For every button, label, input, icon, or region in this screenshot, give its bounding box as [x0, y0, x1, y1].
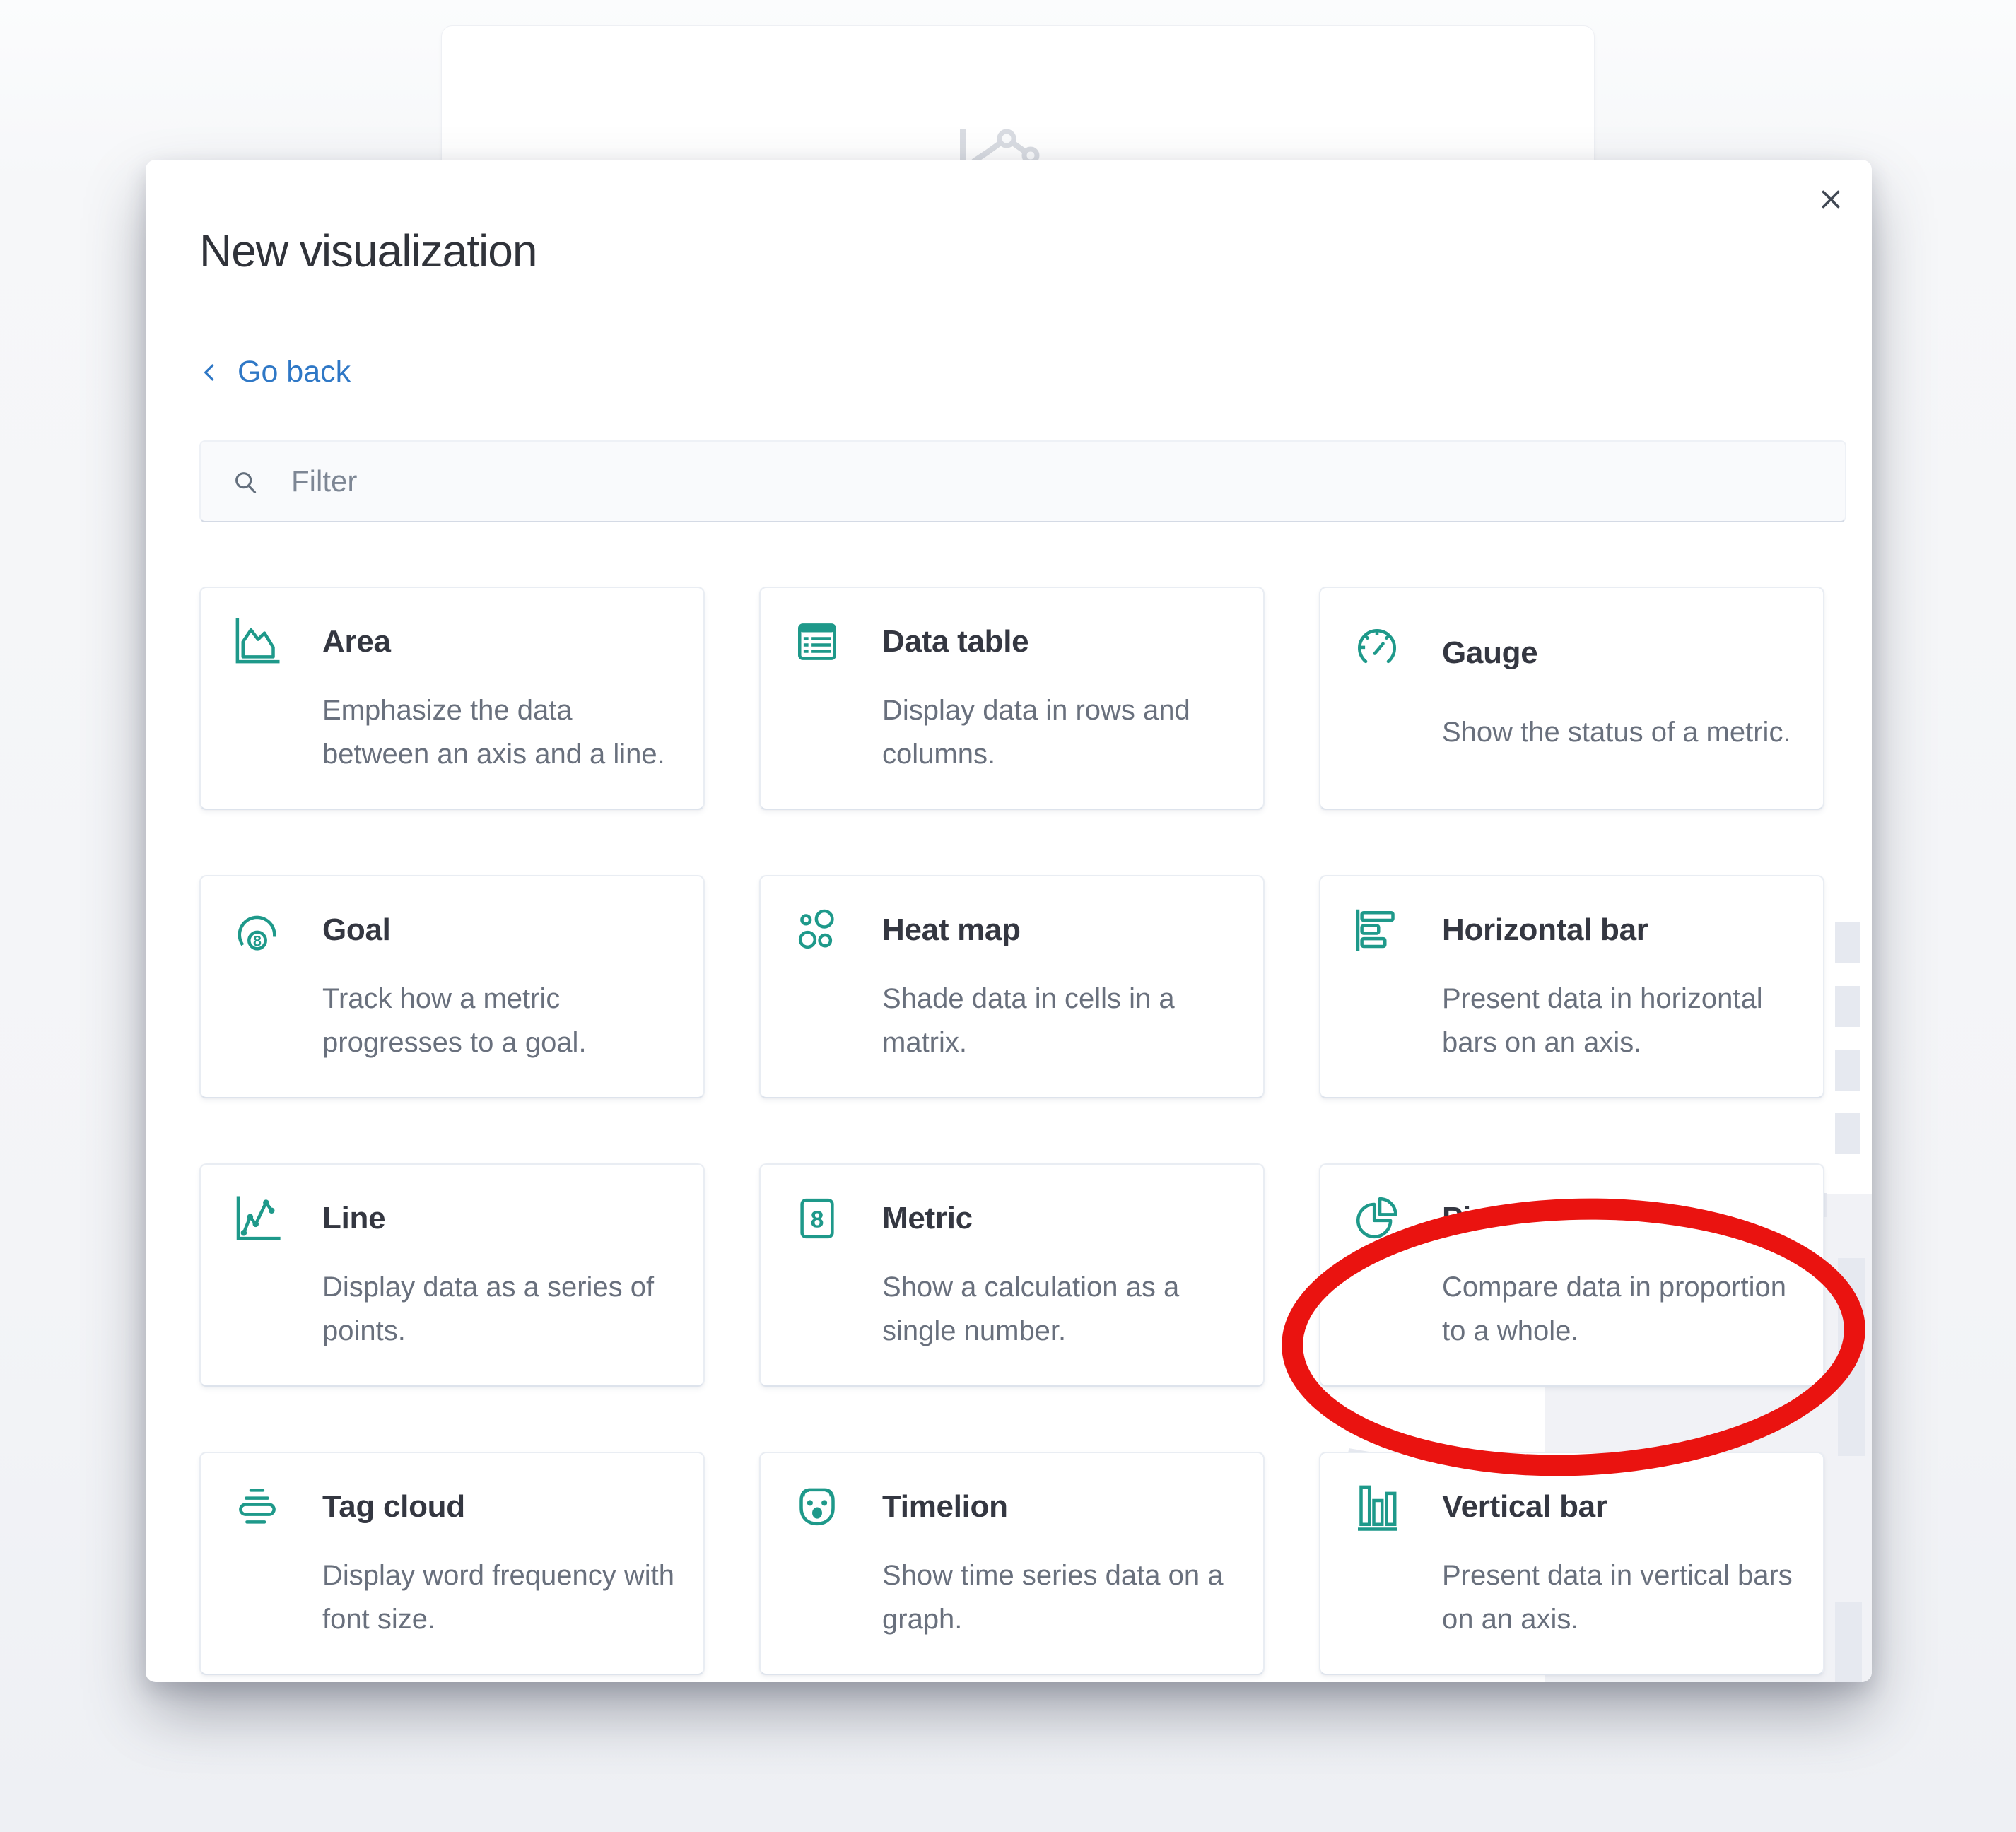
line-chart-icon — [232, 1193, 283, 1244]
vis-card-description: Present data in horizontal bars on an ax… — [1442, 977, 1798, 1064]
chevron-left-icon — [199, 360, 222, 385]
vis-card-title: Pie — [1442, 1201, 1798, 1236]
watermark-dash — [1835, 986, 1860, 1027]
goal-icon: 8 — [232, 905, 283, 956]
metric-icon: 8 — [792, 1193, 843, 1244]
vis-card-area[interactable]: Area Emphasize the data between an axis … — [199, 587, 705, 810]
vis-card-description: Compare data in proportion to a whole. — [1442, 1265, 1798, 1353]
svg-text:8: 8 — [811, 1206, 824, 1233]
vis-card-title: Gauge — [1442, 635, 1798, 671]
watermark-dash — [1835, 1113, 1860, 1154]
vis-card-title: Horizontal bar — [1442, 912, 1798, 948]
vis-card-description: Show the status of a metric. — [1442, 710, 1798, 754]
vis-card-description: Track how a metric progresses to a goal. — [322, 977, 678, 1064]
vis-card-pie[interactable]: Pie Compare data in proportion to a whol… — [1319, 1163, 1824, 1387]
tag-cloud-icon — [232, 1481, 283, 1532]
horizontal-bar-icon — [1352, 905, 1402, 956]
vis-card-title: Line — [322, 1201, 678, 1236]
vis-card-description: Emphasize the data between an axis and a… — [322, 688, 678, 776]
go-back-label: Go back — [238, 355, 351, 389]
vis-card-description: Show time series data on a graph. — [882, 1554, 1238, 1641]
filter-field — [199, 440, 1846, 522]
timelion-icon — [792, 1481, 843, 1532]
vis-card-data-table[interactable]: Data table Display data in rows and colu… — [759, 587, 1265, 810]
vis-card-title: Tag cloud — [322, 1489, 678, 1525]
vis-card-title: Metric — [882, 1201, 1238, 1236]
gauge-icon — [1352, 616, 1402, 667]
new-visualization-modal: New visualization Go back Area Emphasize… — [146, 160, 1872, 1682]
go-back-link[interactable]: Go back — [199, 355, 351, 389]
vis-card-gauge[interactable]: Gauge Show the status of a metric. — [1319, 587, 1824, 810]
svg-text:8: 8 — [253, 932, 262, 949]
visualization-type-grid: Area Emphasize the data between an axis … — [199, 587, 1824, 1675]
vis-card-description: Show a calculation as a single number. — [882, 1265, 1238, 1353]
page: { "modal": { "title": "New visualization… — [0, 0, 2016, 1832]
watermark-dash — [1838, 1258, 1865, 1456]
watermark-dash — [1835, 922, 1860, 963]
heat-map-icon — [792, 905, 843, 956]
vis-card-goal[interactable]: 8 Goal Track how a metric progresses to … — [199, 875, 705, 1098]
vis-card-description: Display data as a series of points. — [322, 1265, 678, 1353]
vis-card-description: Display data in rows and columns. — [882, 688, 1238, 776]
vis-card-title: Vertical bar — [1442, 1489, 1798, 1525]
vis-card-title: Heat map — [882, 912, 1238, 948]
vis-card-horizontal-bar[interactable]: Horizontal bar Present data in horizonta… — [1319, 875, 1824, 1098]
watermark-dash — [1835, 1602, 1862, 1682]
vis-card-description: Present data in vertical bars on an axis… — [1442, 1554, 1798, 1641]
filter-input[interactable] — [201, 442, 1845, 521]
vis-card-metric[interactable]: 8 Metric Show a calculation as a single … — [759, 1163, 1265, 1387]
vis-card-description: Shade data in cells in a matrix. — [882, 977, 1238, 1064]
vis-card-line[interactable]: Line Display data as a series of points. — [199, 1163, 705, 1387]
vis-card-title: Goal — [322, 912, 678, 948]
vis-card-description: Display word frequency with font size. — [322, 1554, 678, 1641]
close-icon — [1816, 184, 1846, 214]
data-table-icon — [792, 616, 843, 667]
vis-card-vertical-bar[interactable]: Vertical bar Present data in vertical ba… — [1319, 1452, 1824, 1675]
search-icon — [232, 469, 260, 497]
vertical-bar-icon — [1352, 1481, 1402, 1532]
vis-card-title: Timelion — [882, 1489, 1238, 1525]
pie-chart-icon — [1352, 1193, 1402, 1244]
vis-card-title: Data table — [882, 624, 1238, 659]
watermark-dash — [1835, 1050, 1860, 1091]
vis-card-heat-map[interactable]: Heat map Shade data in cells in a matrix… — [759, 875, 1265, 1098]
modal-title: New visualization — [199, 225, 537, 277]
vis-card-title: Area — [322, 624, 678, 659]
vis-card-timelion[interactable]: Timelion Show time series data on a grap… — [759, 1452, 1265, 1675]
vis-card-tag-cloud[interactable]: Tag cloud Display word frequency with fo… — [199, 1452, 705, 1675]
area-chart-icon — [232, 616, 283, 667]
background-line-chart-icon — [956, 127, 1062, 163]
close-button[interactable] — [1811, 180, 1851, 219]
